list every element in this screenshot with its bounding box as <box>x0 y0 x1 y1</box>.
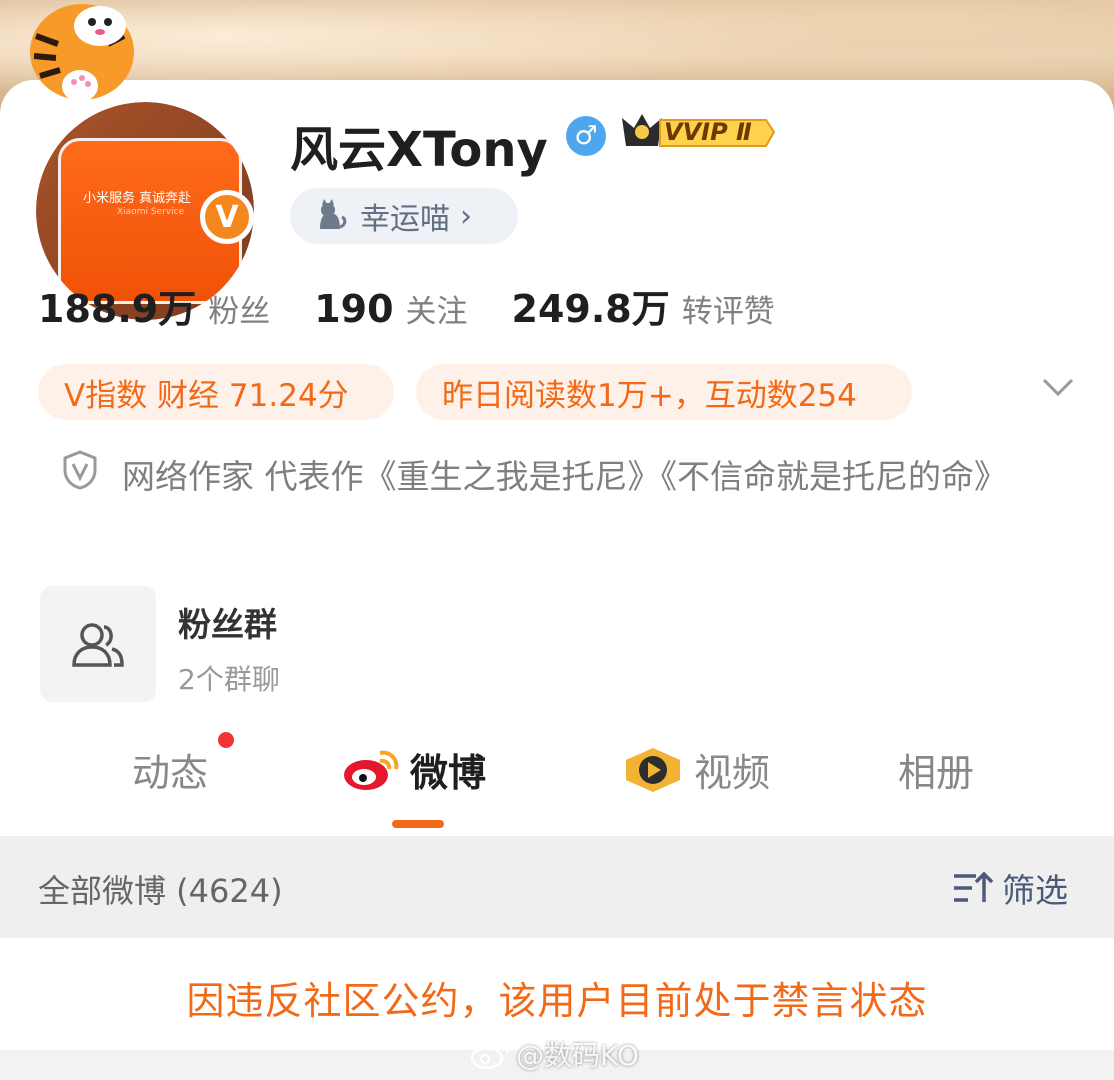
chevron-down-icon[interactable] <box>1042 376 1074 398</box>
fan-group-subtitle: 2个群聊 <box>178 663 280 696</box>
tab-label: 微博 <box>410 751 487 795</box>
weibo-logo-icon <box>344 750 399 790</box>
lucky-label: 幸运喵 <box>360 202 450 237</box>
watermark-text: @数码KO <box>516 1039 639 1072</box>
stats-row: 188.9万 粉丝 190 关注 249.8万 转评赞 <box>38 278 819 333</box>
tab-label: 视频 <box>694 751 771 795</box>
v-index-pill[interactable]: V指数 财经 71.24分 <box>38 364 394 420</box>
stat-fans[interactable]: 188.9万 粉丝 <box>38 278 270 333</box>
group-people-icon <box>72 623 124 667</box>
tab-label: 动态 <box>132 751 209 795</box>
stat-value: 190 <box>314 287 394 331</box>
avatar-box-text: 小米服务 真诚奔赴 <box>83 191 192 206</box>
stat-label: 关注 <box>405 294 468 330</box>
avatar-box-sub: Xiaomi Service <box>117 207 185 217</box>
video-play-icon <box>626 747 680 792</box>
filter-label: 筛选 <box>1002 871 1068 910</box>
weibo-watermark-icon <box>470 1040 509 1070</box>
filter-button[interactable]: 筛选 <box>952 864 1068 912</box>
fan-group-title[interactable]: 粉丝群 <box>178 598 277 646</box>
vvip-label: VVIP Ⅱ <box>664 118 752 146</box>
male-icon: ♂ <box>566 116 606 156</box>
tab-album[interactable]: 相册 <box>898 742 974 797</box>
notification-dot <box>218 732 234 748</box>
username: 风云XTony <box>290 122 548 178</box>
lucky-cat-button[interactable]: 幸运喵 › <box>290 188 518 244</box>
reads-pill[interactable]: 昨日阅读数1万+，互动数254 <box>416 364 912 420</box>
fan-group-tile[interactable] <box>40 586 156 702</box>
all-weibo-count[interactable]: 全部微博 (4624) <box>38 866 283 912</box>
chevron-right-icon: › <box>460 198 472 234</box>
stat-value: 249.8万 <box>511 287 670 331</box>
tiger-sticker-icon <box>30 4 134 102</box>
watermark: @数码KO <box>470 1034 639 1074</box>
bio-text: 网络作家 代表作《重生之我是托尼》《不信命就是托尼的命》 <box>122 457 1007 496</box>
profile-card: 小米服务 真诚奔赴 Xiaomi Service V 风云XTony ♂ VVI… <box>0 80 1114 836</box>
stat-label: 粉丝 <box>208 294 271 330</box>
tab-label: 相册 <box>898 751 975 795</box>
tab-dynamic[interactable]: 动态 <box>132 742 208 797</box>
stat-label: 转评赞 <box>681 294 775 330</box>
filter-icon <box>954 871 994 902</box>
stat-following[interactable]: 190 关注 <box>314 286 467 331</box>
active-tab-indicator <box>392 820 444 828</box>
tab-video[interactable]: 视频 <box>622 742 770 797</box>
muted-notice: 因违反社区公约，该用户目前处于禁言状态 <box>186 979 928 1023</box>
tab-weibo[interactable]: 微博 <box>342 742 486 797</box>
stat-value: 188.9万 <box>38 287 197 331</box>
verified-badge: V <box>200 190 254 244</box>
stat-interactions[interactable]: 249.8万 转评赞 <box>512 278 775 333</box>
cat-icon <box>320 199 347 229</box>
shield-v-icon <box>63 450 97 490</box>
